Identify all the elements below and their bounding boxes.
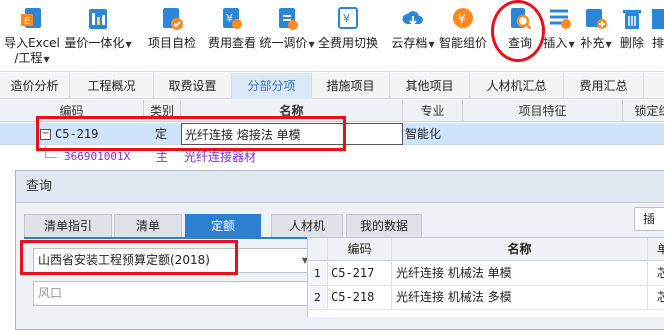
col-feature[interactable]: 项目特征 — [463, 100, 623, 122]
tab-project-overview[interactable]: 工程概况 — [70, 73, 154, 99]
sort-icon — [652, 9, 664, 29]
search-input[interactable]: 风口 — [33, 281, 315, 306]
col-code[interactable]: 编码 — [328, 238, 392, 260]
module-tabs: 造价分析 工程概况 取费设置 分部分项 措施项目 其他项目 人材机汇总 费用汇总 — [0, 73, 664, 99]
row-code: C5-217 — [328, 262, 392, 285]
dialog-tab-list[interactable]: 清单 — [114, 214, 182, 237]
col-unit[interactable]: 单 — [648, 238, 664, 260]
result-grid: 编码 名称 单 1 C5-217 光纤连接 机械法 单模 芯 2 C5-218 … — [307, 237, 664, 317]
query-highlight-circle — [491, 0, 545, 62]
cloud-archive-icon — [402, 11, 423, 26]
project-check-icon — [163, 8, 183, 30]
full-cost-switch-icon: ¥ — [338, 7, 358, 29]
col-locked[interactable]: 锁定综 — [623, 100, 664, 122]
import-excel-icon: E — [21, 8, 41, 28]
tab-cost-analysis[interactable]: 造价分析 — [0, 73, 70, 99]
cloud-archive-button[interactable]: 云存档▼ — [391, 4, 435, 68]
row-index: 2 — [308, 286, 328, 309]
fee-view-icon: ¥ — [223, 8, 242, 29]
tab-fee-summary[interactable]: 费用汇总 — [564, 73, 644, 99]
col-major[interactable]: 专业 — [403, 100, 463, 122]
svg-text:¥: ¥ — [343, 12, 350, 25]
dialog-tab-labor-material[interactable]: 人材机 — [271, 214, 343, 237]
delete-button[interactable]: 删除 — [618, 4, 646, 68]
row-name: 光纤连接 机械法 单模 — [392, 262, 648, 285]
price-integration-button[interactable]: 量价一体化▼ — [64, 4, 132, 68]
insert-side-button[interactable]: 插 — [634, 207, 664, 231]
smart-pricing-icon: ¥ — [453, 8, 473, 28]
row-unit: 芯 — [656, 266, 664, 280]
fee-view-button[interactable]: ¥ 费用查看 — [205, 4, 259, 68]
result-row[interactable]: 2 C5-218 光纤连接 机械法 多模 芯 — [308, 286, 664, 310]
supplement-button[interactable]: 补充▼ — [580, 4, 612, 68]
result-row[interactable]: 1 C5-217 光纤连接 机械法 单模 芯 — [308, 262, 664, 286]
col-name[interactable]: 名称 — [392, 238, 648, 260]
adjust-price-button[interactable]: 统一调价▼ — [259, 4, 315, 68]
delete-icon — [623, 10, 641, 29]
tree-line — [45, 157, 57, 158]
insert-button[interactable]: 插入▼ — [543, 4, 575, 68]
row-name: 光纤连接 机械法 多模 — [392, 286, 648, 309]
dialog-tab-list-guide[interactable]: 清单指引 — [24, 214, 112, 237]
select-highlight-box — [20, 240, 238, 275]
sort-button[interactable]: 排 — [652, 4, 664, 68]
svg-text:¥: ¥ — [458, 12, 466, 26]
project-check-button[interactable]: 项目自检 — [145, 4, 199, 68]
svg-text:¥: ¥ — [226, 12, 233, 25]
price-integration-icon — [89, 9, 107, 29]
insert-icon — [550, 9, 571, 29]
dialog-tab-quota[interactable]: 定额 — [185, 214, 261, 237]
tab-fee-settings[interactable]: 取费设置 — [154, 73, 232, 99]
full-cost-switch-button[interactable]: ¥ 全费用切换 — [316, 4, 380, 68]
row-index: 1 — [308, 262, 328, 285]
tab-labor-material-summary[interactable]: 人材机汇总 — [470, 73, 564, 99]
row-highlight-box — [36, 116, 346, 151]
ribbon-toolbar: E 导入Excel/工程▼ 量价一体化▼ 项目自检 ¥ 费用查看 统一调价▼ ¥… — [0, 0, 664, 72]
dialog-title: 查询 — [16, 171, 664, 203]
adjust-price-icon — [279, 8, 298, 30]
dialog-tab-my-data[interactable]: 我的数据 — [346, 214, 422, 237]
row-unit: 芯 — [656, 290, 664, 304]
tab-measures[interactable]: 措施项目 — [312, 73, 390, 99]
svg-text:E: E — [24, 16, 30, 27]
result-grid-header: 编码 名称 单 — [308, 238, 664, 261]
smart-pricing-button[interactable]: ¥ 智能组价 — [437, 4, 489, 68]
row-code: C5-218 — [328, 286, 392, 309]
row-major: 智能化 — [405, 127, 442, 141]
import-excel-button[interactable]: E 导入Excel/工程▼ — [4, 4, 60, 68]
tab-other-items[interactable]: 其他项目 — [390, 73, 470, 99]
supplement-icon — [586, 9, 607, 29]
col-index — [308, 238, 328, 260]
tab-sub-items[interactable]: 分部分项 — [232, 73, 312, 99]
